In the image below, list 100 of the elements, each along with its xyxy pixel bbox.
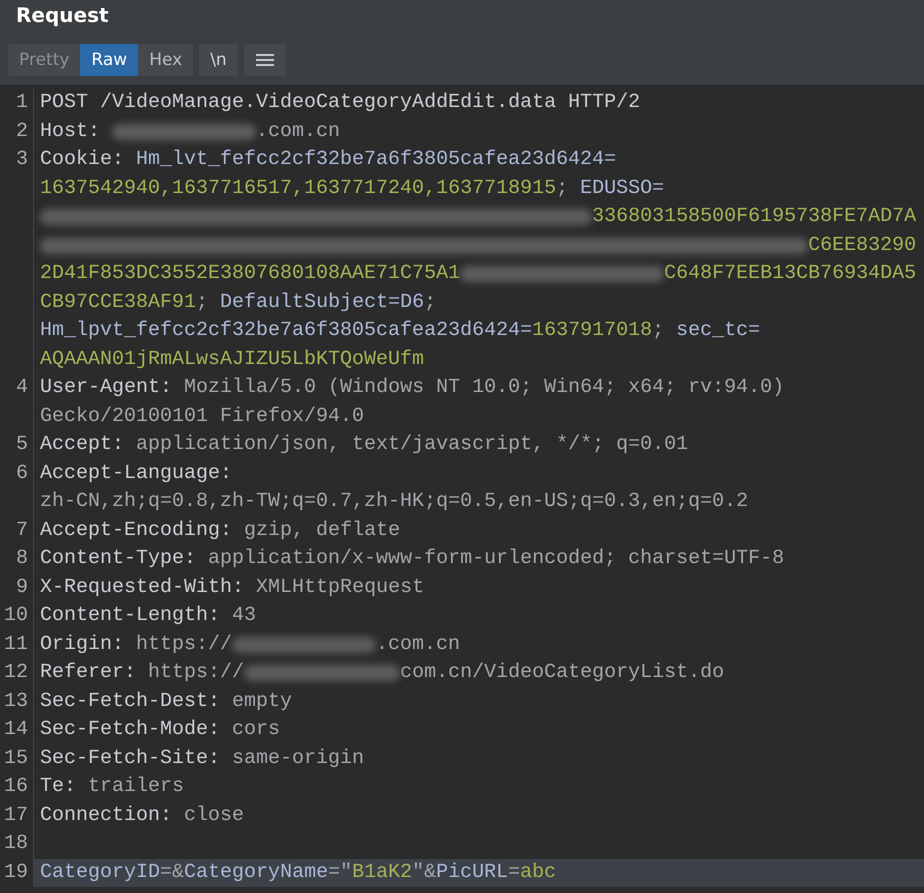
header-value: ; xyxy=(652,318,666,344)
code-line[interactable]: 1 POST /VideoManage.VideoCategoryAddEdit.data HTTP/2 xyxy=(0,89,924,118)
header-name: Referer: xyxy=(40,660,138,686)
parameter-name: CategoryName xyxy=(184,860,328,886)
header-value: ; xyxy=(556,176,570,202)
header-value: .com.cn xyxy=(256,118,340,144)
header-name: POST /VideoManage.VideoCategoryAddEdit.data HTTP/2 xyxy=(40,90,640,116)
header-value: zh-CN,zh;q=0.8,zh-TW;q=0.7,zh-HK;q=0.5,en-US;q=0.3,en;q=0.2 xyxy=(40,489,748,515)
header-value: application/x-www-form-urlencoded; charset=UTF-8 xyxy=(208,546,784,572)
code-line[interactable]: 10 Content-Length: 43 xyxy=(0,602,924,630)
parameter-name: Hm_lpvt_fefcc2cf32be7a6f3805cafea23d6424= xyxy=(40,318,532,344)
header-value: trailers xyxy=(88,774,184,800)
code-line[interactable]: 16 Te: trailers xyxy=(0,773,924,802)
code-line[interactable]: 2 Host: .com.cn xyxy=(0,118,924,146)
header-value: 43 xyxy=(232,603,256,629)
code-line[interactable]: 14 Sec-Fetch-Mode: cors xyxy=(0,716,924,744)
header-value: Mozilla/5.0 (Windows NT 10.0; Win64; x64; rv:94.0) xyxy=(184,375,784,401)
parameter-value: C6EE83290 xyxy=(808,232,916,258)
parameter-value: 1637917018 xyxy=(532,318,652,344)
line-number: 9 xyxy=(16,576,28,598)
header-value: ; xyxy=(424,290,436,316)
header-value: Gecko/20100101 Firefox/94.0 xyxy=(40,404,364,430)
parameter-value: C648F7EEB13CB76934DA5 xyxy=(664,261,916,287)
header-name: Accept-Language: xyxy=(40,460,232,486)
header-name: Connection: xyxy=(40,802,174,828)
header-value: .com.cn xyxy=(376,632,460,658)
header-name: Origin: xyxy=(40,632,126,658)
parameter-value: 1637542940,1637716517,1637717240,1637718915 xyxy=(40,176,556,202)
header-value: =" xyxy=(328,860,352,886)
line-number: 2 xyxy=(16,120,28,142)
line-number: 14 xyxy=(4,718,28,741)
header-value: https:// xyxy=(148,660,244,686)
header-name: Accept-Encoding: xyxy=(40,518,234,544)
parameter-name: EDUSSO= xyxy=(580,176,664,202)
parameter-value: 2D41F853DC3552E3807680108AAE71C75A1 xyxy=(40,261,460,287)
header-value: close xyxy=(184,802,244,828)
code-line[interactable]: 11 Origin: https:// .com.cn xyxy=(0,630,924,659)
header-name: Sec-Fetch-Mode: xyxy=(40,717,222,743)
code-line[interactable]: 8 Content-Type: application/x-www-form-urlencoded; charset=UTF-8 xyxy=(0,545,924,574)
header-value: ; xyxy=(196,290,210,316)
menu-button[interactable] xyxy=(244,44,286,76)
parameter-name: Hm_lvt_fefcc2cf32be7a6f3805cafea23d6424= xyxy=(136,147,616,173)
line-number: 4 xyxy=(16,376,28,399)
line-number: 16 xyxy=(4,775,28,798)
parameter-value: 336803158500F6195738FE7AD7A xyxy=(592,204,916,230)
parameter-name: PicURL xyxy=(436,860,508,886)
header-value: com.cn/VideoCategoryList.do xyxy=(400,660,724,686)
header-name: Accept: xyxy=(40,432,126,458)
line-number: 18 xyxy=(4,832,28,855)
line-number: 15 xyxy=(4,746,28,770)
header-value: cors xyxy=(232,717,280,743)
header-name: Host: xyxy=(40,118,102,144)
header-value: empty xyxy=(232,688,292,714)
header-value: https:// xyxy=(136,632,232,658)
header-value: =& xyxy=(160,860,184,886)
parameter-value: abc xyxy=(520,860,556,886)
header-name: Te: xyxy=(40,774,78,800)
line-number: 6 xyxy=(16,462,28,484)
header-value: same-origin xyxy=(232,746,364,772)
line-number: 10 xyxy=(4,604,28,627)
newline-toggle-button[interactable]: \n xyxy=(199,44,238,76)
line-number: 5 xyxy=(16,433,28,456)
code-line[interactable]: 7 Accept-Encoding: gzip, deflate xyxy=(0,516,924,545)
line-number: 8 xyxy=(16,547,28,570)
parameter-name: sec_tc= xyxy=(676,318,760,344)
code-line[interactable]: 18 xyxy=(0,830,924,858)
parameter-value: AQAAAN01jRmALwsAJIZU5LbKTQoWeUfm xyxy=(40,346,424,372)
code-line[interactable]: 12 Referer: https:// com.cn/VideoCategoryList.do xyxy=(0,659,924,688)
header-name: Sec-Fetch-Site: xyxy=(40,746,222,772)
header-name: Content-Length: xyxy=(40,603,222,629)
header-name: Sec-Fetch-Dest: xyxy=(40,688,222,714)
header-name: Content-Type: xyxy=(40,546,198,572)
header-name: Cookie: xyxy=(40,147,126,173)
code-line[interactable]: 5 Accept: application/json, text/javascript, */*; q=0.01 xyxy=(0,431,924,460)
panel-title: Request xyxy=(16,2,109,28)
line-number: 17 xyxy=(4,804,28,826)
line-number: 12 xyxy=(4,661,28,684)
code-line[interactable]: 15 Sec-Fetch-Site: same-origin xyxy=(0,744,924,773)
header-value: gzip, deflate xyxy=(244,518,400,544)
header-value: XMLHttpRequest xyxy=(256,574,424,600)
code-line[interactable]: 17 Connection: close xyxy=(0,802,924,830)
parameter-name: DefaultSubject=D6 xyxy=(220,290,424,316)
code-line[interactable]: 9 X-Requested-With: XMLHttpRequest xyxy=(0,574,924,602)
header-name: X-Requested-With: xyxy=(40,574,246,600)
line-number: 13 xyxy=(4,690,28,712)
header-name: User-Agent: xyxy=(40,375,174,401)
parameter-value: CB97CCE38AF91 xyxy=(40,290,196,316)
line-number: 7 xyxy=(16,518,28,542)
line-number: 3 xyxy=(16,148,28,171)
menu-icon xyxy=(256,53,274,67)
line-number: 19 xyxy=(4,860,28,884)
parameter-value: B1aK2 xyxy=(352,860,412,886)
header-value: application/json, text/javascript, */*; q=0.01 xyxy=(136,432,688,458)
parameter-name: CategoryID xyxy=(40,860,160,886)
code-line[interactable]: 13 Sec-Fetch-Dest: empty xyxy=(0,688,924,716)
line-number: 1 xyxy=(16,91,28,114)
header-value: "& xyxy=(412,860,436,886)
line-number: 11 xyxy=(4,632,28,656)
view-tab[interactable]: Raw xyxy=(80,44,138,76)
header-value: = xyxy=(508,860,520,886)
